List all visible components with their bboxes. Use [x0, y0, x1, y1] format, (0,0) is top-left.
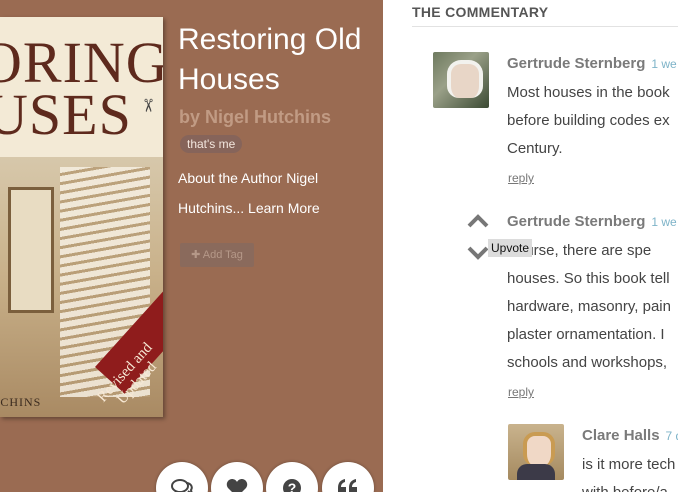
comment-line: schools and workshops,	[507, 354, 668, 371]
cover-author-text: TCHINS	[0, 395, 42, 409]
comment-line: Century.	[507, 140, 563, 157]
avatar[interactable]	[508, 424, 564, 480]
comment-timestamp[interactable]: 1 we	[651, 57, 676, 71]
book-cover-image[interactable]: ORING USES ✂ Revised and Updated TCHINS	[0, 17, 163, 417]
cover-title-line2: USES	[0, 82, 132, 147]
learn-more-link[interactable]: Learn More	[248, 200, 320, 216]
comment-line: hardware, masonry, pain	[507, 298, 671, 315]
comment-text: is it more tech with before/a	[582, 451, 675, 492]
avatar-face	[523, 432, 555, 466]
quote-icon	[338, 479, 357, 492]
speech-bubbles-icon	[171, 479, 193, 492]
comment-author-name: Gertrude Sternberg	[507, 213, 646, 230]
book-panel: ORING USES ✂ Revised and Updated TCHINS …	[0, 0, 383, 492]
comment-author-name: Clare Halls	[582, 427, 660, 444]
comment-author[interactable]: Gertrude Sternberg 1 we	[507, 55, 677, 72]
comment-line: plaster ornamentation. I	[507, 326, 665, 343]
commentary-heading: THE COMMENTARY	[412, 4, 549, 20]
about-author-text: About the Author Nigel Hutchins... Learn…	[178, 163, 378, 223]
reply-link[interactable]: reply	[508, 385, 534, 399]
cover-door-illustration	[8, 187, 54, 313]
comment-author[interactable]: Gertrude Sternberg 1 we	[507, 213, 677, 230]
quote-button[interactable]	[322, 462, 374, 492]
comments-button[interactable]	[156, 462, 208, 492]
comment-line: with before/a	[582, 479, 675, 492]
thats-me-badge[interactable]: that's me	[180, 135, 243, 153]
commentary-panel: THE COMMENTARY Gertrude Sternberg 1 we Mo…	[383, 0, 678, 492]
avatar[interactable]	[433, 52, 489, 108]
comment-text: Most houses in the book before building …	[507, 79, 670, 163]
book-title: Restoring Old Houses	[178, 23, 362, 96]
downvote-arrow-icon[interactable]	[467, 246, 489, 260]
upvote-tooltip: Upvote	[488, 239, 533, 257]
comment-author[interactable]: Clare Halls 7 d	[582, 427, 678, 444]
comment-line: is it more tech	[582, 456, 676, 473]
question-icon: ?	[283, 479, 301, 492]
book-author-link[interactable]: by Nigel Hutchins	[179, 107, 331, 128]
heading-divider	[412, 26, 678, 27]
heart-icon	[226, 479, 248, 492]
comment-author-name: Gertrude Sternberg	[507, 55, 646, 72]
comment-line: before building codes ex	[507, 112, 670, 129]
comment-line: Most houses in the book	[507, 84, 670, 101]
upvote-arrow-icon[interactable]	[467, 214, 489, 228]
avatar-body	[517, 464, 555, 480]
question-button[interactable]: ?	[266, 462, 318, 492]
avatar-face	[447, 60, 483, 98]
reply-link[interactable]: reply	[508, 171, 534, 185]
plus-icon: ✚	[191, 249, 201, 261]
add-tag-button[interactable]: ✚ Add Tag	[180, 243, 254, 267]
comment-timestamp[interactable]: 1 we	[651, 215, 676, 229]
svg-text:?: ?	[288, 480, 297, 492]
comment-timestamp[interactable]: 7 d	[666, 429, 678, 443]
scissors-icon: ✂	[138, 97, 159, 114]
comment-text: ourse, there are spe houses. So this boo…	[507, 237, 671, 377]
add-tag-label: Add Tag	[202, 249, 243, 261]
comment-line: houses. So this book tell	[507, 270, 670, 287]
like-button[interactable]	[211, 462, 263, 492]
